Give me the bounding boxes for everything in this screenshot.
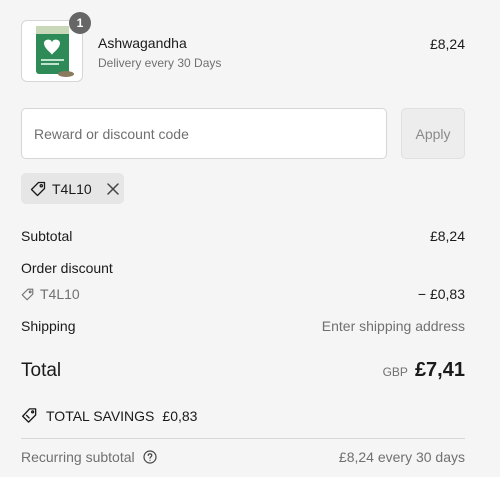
divider: [21, 438, 465, 439]
recurring-subtotal: Recurring subtotal: [21, 449, 157, 465]
savings-tag-icon: [21, 407, 38, 424]
shipping-value: Enter shipping address: [321, 318, 465, 334]
recurring-subtotal-label: Recurring subtotal: [21, 449, 135, 465]
subtotal-value: £8,24: [429, 228, 465, 244]
tag-icon: [21, 288, 34, 301]
order-discount-code-row: T4L10: [21, 286, 80, 302]
order-discount-code: T4L10: [40, 286, 80, 302]
delivery-frequency: Delivery every 30 Days: [98, 56, 222, 70]
quantity-badge: 1: [69, 12, 91, 34]
discount-code-input[interactable]: [21, 108, 387, 159]
remove-discount-icon[interactable]: [106, 182, 120, 196]
shipping-label: Shipping: [21, 318, 76, 334]
help-icon[interactable]: [143, 450, 157, 464]
total-currency: GBP: [382, 365, 408, 379]
subtotal-label: Subtotal: [21, 228, 73, 244]
tag-icon: [30, 181, 46, 197]
total-amount: GBP £7,41: [383, 359, 465, 382]
product-price: £8,24: [429, 36, 465, 52]
savings-value: £0,83: [162, 407, 198, 424]
order-discount-label: Order discount: [21, 260, 113, 276]
recurring-subtotal-value: £8,24 every 30 days: [338, 449, 465, 465]
apply-button[interactable]: Apply: [401, 108, 465, 159]
applied-discount-chip: T4L10: [21, 173, 124, 204]
product-name: Ashwagandha: [98, 35, 187, 51]
order-discount-value: − £0,83: [417, 286, 465, 302]
total-savings: TOTAL SAVINGS £0,83: [21, 407, 197, 424]
total-label: Total: [21, 360, 62, 381]
total-value: £7,41: [414, 359, 465, 381]
applied-discount-code: T4L10: [52, 180, 92, 197]
savings-label: TOTAL SAVINGS: [46, 407, 155, 424]
